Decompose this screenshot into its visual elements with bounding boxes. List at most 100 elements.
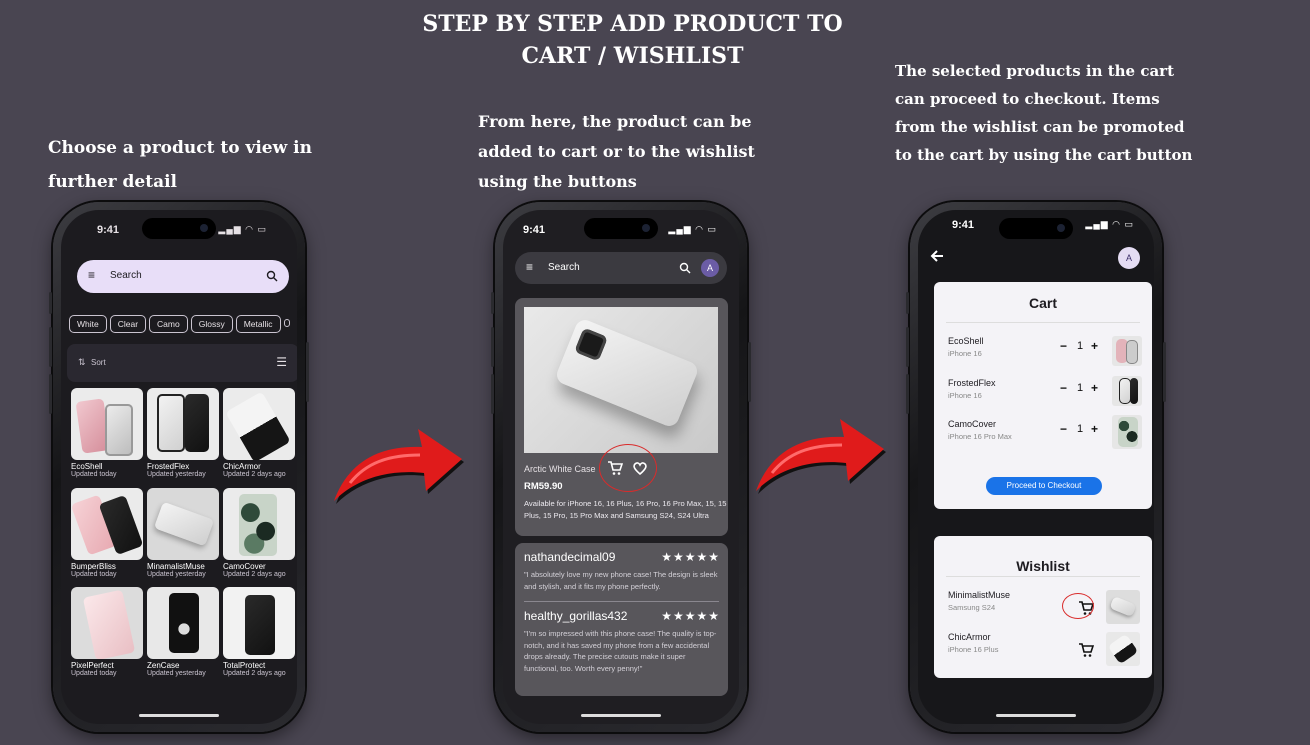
step2-caption: From here, the product can be added to c… (478, 112, 755, 191)
dynamic-island (584, 218, 658, 239)
phone-2-mockup: 9:41 ▂▄▆ ◠ ▭ ≡ Search A Arctic White Cas… (491, 202, 751, 732)
product-updated: Updated today (71, 571, 117, 578)
chip-white[interactable]: White (69, 315, 107, 333)
chip-clear[interactable]: Clear (109, 315, 147, 333)
product-name: FrostedFlex (147, 462, 190, 471)
home-indicator (139, 714, 219, 717)
cart-item: CamoCover iPhone 16 Pro Max − 1 + (948, 415, 1143, 453)
divider (946, 576, 1140, 577)
product-card: Arctic White Case RM59.90 Available for … (515, 298, 728, 536)
product-image (223, 488, 295, 560)
wishlist-item: ChicArmor iPhone 16 Plus (948, 632, 1143, 666)
wishlist-title: Wishlist (1016, 558, 1070, 574)
search-icon[interactable] (679, 262, 691, 274)
product-image (71, 488, 143, 560)
product-image (223, 388, 295, 460)
highlight-circle (599, 444, 657, 492)
list-view-icon[interactable]: ☰ (276, 355, 287, 369)
search-icon[interactable] (266, 270, 278, 282)
product-tile[interactable]: PixelPerfect Updated today (71, 587, 143, 677)
product-image (223, 587, 295, 659)
chip-glossy[interactable]: Glossy (190, 315, 233, 333)
quantity-value: 1 (1077, 340, 1084, 352)
product-image (524, 307, 718, 453)
product-name: PixelPerfect (71, 661, 114, 670)
star-rating: ★★★★★ (661, 550, 720, 564)
chip-metallic[interactable]: Metallic (235, 315, 281, 333)
move-to-cart-icon[interactable] (1078, 642, 1094, 658)
avatar[interactable]: A (1118, 247, 1140, 269)
increment-button[interactable]: + (1091, 381, 1098, 395)
highlight-circle (1062, 593, 1094, 619)
search-bar[interactable]: ≡ Search A (515, 252, 727, 284)
product-tile[interactable]: BumperBliss Updated today (71, 488, 143, 578)
increment-button[interactable]: + (1091, 422, 1098, 436)
item-thumbnail (1112, 376, 1142, 406)
product-image (71, 388, 143, 460)
product-tile[interactable]: ChicArmor Updated 2 days ago (223, 388, 295, 478)
product-updated: Updated today (71, 471, 117, 478)
product-image (147, 388, 219, 460)
product-tile[interactable]: FrostedFlex Updated yesterday (147, 388, 219, 478)
product-updated: Updated today (71, 670, 117, 677)
product-availability: Available for iPhone 16, 16 Plus, 16 Pro… (524, 499, 727, 520)
cart-item: EcoShell iPhone 16 − 1 + (948, 336, 1143, 366)
search-bar[interactable]: ≡ Search (77, 260, 289, 293)
menu-icon[interactable]: ≡ (526, 261, 533, 273)
sort-button[interactable]: Sort (91, 358, 106, 367)
product-updated: Updated 2 days ago (223, 670, 286, 677)
status-icons: ▂▄▆ ◠ ▭ (1085, 219, 1134, 229)
product-name: EcoShell (71, 462, 103, 471)
chip-camo[interactable]: Camo (149, 315, 188, 333)
quantity-value: 1 (1077, 382, 1084, 394)
increment-button[interactable]: + (1091, 339, 1098, 353)
page-title: STEP BY STEP ADD PRODUCT TO CART / WISHL… (422, 11, 843, 69)
item-thumbnail (1106, 590, 1140, 624)
dynamic-island (999, 218, 1073, 239)
product-name: CamoCover (223, 562, 266, 571)
product-name: ChicArmor (223, 462, 261, 471)
product-tile[interactable]: EcoShell Updated today (71, 388, 143, 478)
search-placeholder: Search (110, 270, 142, 281)
product-tile[interactable]: CamoCover Updated 2 days ago (223, 488, 295, 578)
sort-icon[interactable]: ⇅ (78, 357, 86, 368)
product-image (71, 587, 143, 659)
review-text: "I absolutely love my new phone case! Th… (524, 570, 718, 591)
avatar[interactable]: A (701, 259, 719, 277)
step3-caption: The selected products in the cart can pr… (895, 62, 1193, 164)
product-detail-screen: 9:41 ▂▄▆ ◠ ▭ ≡ Search A Arctic White Cas… (503, 210, 739, 724)
proceed-to-checkout-button[interactable]: Proceed to Checkout (986, 477, 1102, 495)
cart-item: FrostedFlex iPhone 16 − 1 + (948, 376, 1143, 408)
product-updated: Updated yesterday (147, 471, 206, 478)
product-name: ZenCase (147, 661, 180, 670)
product-tile[interactable]: ZenCase Updated yesterday (147, 587, 219, 677)
divider (946, 322, 1140, 323)
filter-chips: White Clear Camo Glossy Metallic (69, 314, 297, 334)
wishlist-item: MinimalistMuse Samsung S24 (948, 590, 1143, 624)
back-arrow-icon[interactable] (929, 248, 945, 264)
product-tile[interactable]: MinamalistMuse Updated yesterday (147, 488, 219, 578)
product-tile[interactable]: TotalProtect Updated 2 days ago (223, 587, 295, 677)
status-time: 9:41 (97, 224, 120, 236)
product-name: Arctic White Case (524, 464, 596, 474)
item-thumbnail (1112, 336, 1142, 366)
menu-icon[interactable]: ≡ (88, 269, 95, 281)
cart-wishlist-screen: 9:41 ▂▄▆ ◠ ▭ A Cart EcoShell iPhone 16 −… (918, 210, 1154, 724)
decrement-button[interactable]: − (1060, 381, 1067, 395)
decrement-button[interactable]: − (1060, 339, 1067, 353)
home-indicator (581, 714, 661, 717)
review-text: "I'm so impressed with this phone case! … (524, 629, 717, 673)
product-image (147, 587, 219, 659)
product-list-screen: 9:41 ▂▄▆ ◠ ▭ ≡ Search White Clear Camo Glos… (61, 210, 297, 724)
decrement-button[interactable]: − (1060, 422, 1067, 436)
dynamic-island (142, 218, 216, 239)
step1-caption: Choose a product to view in further deta… (48, 138, 312, 192)
chip-more[interactable] (283, 319, 290, 327)
wishlist-panel: Wishlist MinimalistMuse Samsung S24 Chic… (934, 536, 1152, 678)
cart-panel: Cart EcoShell iPhone 16 − 1 + FrostedFle… (934, 282, 1152, 509)
product-price: RM59.90 (524, 481, 563, 492)
product-updated: Updated 2 days ago (223, 571, 286, 578)
item-thumbnail (1112, 415, 1142, 449)
product-name: BumperBliss (71, 562, 116, 571)
home-indicator (996, 714, 1076, 717)
